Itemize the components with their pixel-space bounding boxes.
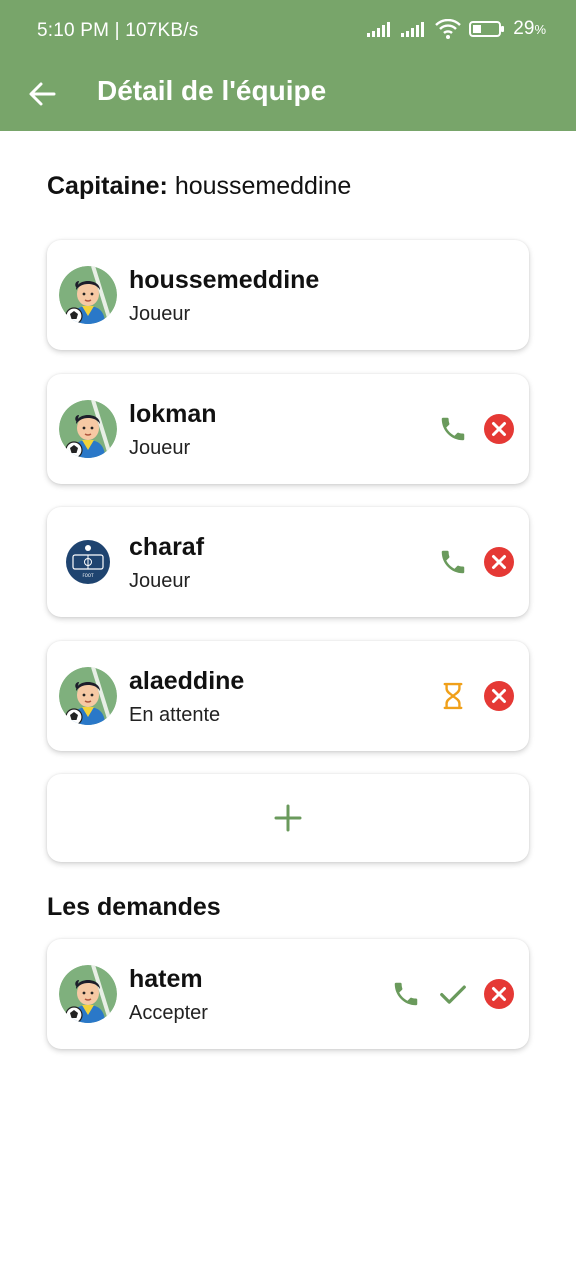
check-icon — [438, 979, 468, 1009]
member-name: alaeddine — [129, 667, 245, 695]
remove-button[interactable] — [482, 545, 516, 579]
member-role: Joueur — [129, 303, 191, 325]
request-status: Accepter — [129, 1002, 208, 1024]
plus-icon — [274, 804, 302, 832]
member-name: charaf — [129, 533, 205, 561]
back-button[interactable] — [22, 74, 62, 114]
player-avatar — [59, 965, 117, 1023]
status-bar: 5:10 PM | 107KB/s 29% — [0, 0, 576, 64]
captain-label: Capitaine: — [47, 172, 168, 200]
battery-icon — [469, 21, 505, 37]
pending-indicator — [436, 679, 470, 713]
battery-level: 29% — [513, 18, 546, 39]
remove-button[interactable] — [482, 412, 516, 446]
team-logo-avatar — [59, 533, 117, 591]
hourglass-icon — [442, 681, 464, 711]
member-role: Joueur — [129, 437, 191, 459]
request-name: hatem — [129, 965, 203, 993]
signal-icon-2 — [401, 22, 425, 37]
page-title: Détail de l'équipe — [97, 75, 327, 106]
arrow-left-icon — [29, 82, 56, 106]
member-card: houssemeddine Joueur — [47, 240, 529, 350]
captain-name: houssemeddine — [174, 172, 352, 200]
player-avatar — [59, 667, 117, 725]
call-button[interactable] — [389, 977, 423, 1011]
call-button[interactable] — [436, 412, 470, 446]
toolbar: Détail de l'équipe — [0, 64, 576, 131]
close-circle-icon — [484, 547, 514, 577]
signal-icon — [367, 22, 391, 37]
player-avatar — [59, 400, 117, 458]
close-circle-icon — [484, 414, 514, 444]
phone-icon — [438, 414, 468, 444]
add-member-button[interactable] — [47, 774, 529, 862]
accept-button[interactable] — [436, 977, 470, 1011]
status-icons: 29% — [367, 18, 546, 40]
call-button[interactable] — [436, 545, 470, 579]
requests-title: Les demandes — [47, 893, 221, 921]
wifi-icon — [435, 19, 462, 39]
member-name: lokman — [129, 400, 217, 428]
phone-icon — [438, 547, 468, 577]
close-circle-icon — [484, 681, 514, 711]
reject-button[interactable] — [482, 977, 516, 1011]
member-name: houssemeddine — [129, 266, 320, 294]
member-card: charaf Joueur — [47, 507, 529, 617]
close-circle-icon — [484, 979, 514, 1009]
captain-line: Capitaine: houssemeddine — [47, 172, 351, 201]
request-card: hatem Accepter — [47, 939, 529, 1049]
member-card: alaeddine En attente — [47, 641, 529, 751]
member-role: Joueur — [129, 570, 191, 592]
phone-icon — [391, 979, 421, 1009]
status-time: 5:10 PM | 107KB/s — [37, 20, 199, 41]
app-bar: 5:10 PM | 107KB/s 29% Détail de l'équipe — [0, 0, 576, 131]
member-role: En attente — [129, 704, 221, 726]
remove-button[interactable] — [482, 679, 516, 713]
member-card: lokman Joueur — [47, 374, 529, 484]
player-avatar — [59, 266, 117, 324]
